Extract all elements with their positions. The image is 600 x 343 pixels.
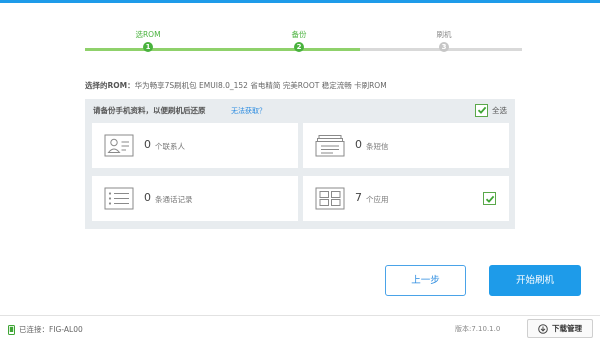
- contacts-icon: [104, 134, 134, 157]
- download-manager-button[interactable]: 下载管理: [527, 319, 593, 338]
- step-label: 备份: [291, 30, 307, 39]
- checkmark-icon: [485, 195, 494, 203]
- checkmark-icon: [477, 106, 486, 114]
- step-number: 1: [143, 42, 153, 52]
- progress-stepper: 选ROM 1 备份 2 刷机 3: [0, 30, 600, 60]
- step-label: 刷机: [436, 30, 452, 39]
- backup-title: 请备份手机资料，以便刷机后还原: [93, 106, 206, 115]
- apps-checkbox[interactable]: [483, 192, 496, 205]
- step-number: 2: [294, 42, 304, 52]
- top-accent-bar: [0, 0, 600, 3]
- backup-panel-header: 请备份手机资料，以便刷机后还原 无法获取？ 全选: [85, 99, 515, 121]
- download-icon: [538, 323, 548, 334]
- apps-count: 7: [355, 191, 362, 204]
- backup-item-sms[interactable]: 0 条短信: [303, 123, 509, 168]
- selected-rom-prefix: 选择的ROM：: [85, 81, 135, 90]
- call-log-count: 0: [144, 191, 151, 204]
- step-label: 选ROM: [135, 30, 161, 39]
- step-backup: 备份 2: [269, 30, 329, 52]
- backup-item-contacts[interactable]: 0 个联系人: [92, 123, 298, 168]
- contacts-count: 0: [144, 138, 151, 151]
- select-all-label: 全选: [492, 105, 507, 115]
- version-label: 版本:7.10.1.0: [455, 325, 501, 333]
- backup-item-apps[interactable]: 7 个应用: [303, 176, 509, 221]
- step-select-rom: 选ROM 1: [118, 30, 178, 52]
- step-flash: 刷机 3: [414, 30, 474, 52]
- selected-rom-info: 选择的ROM：华为畅享7S刷机包 EMUI8.0_152 省电精简 完美ROOT…: [85, 80, 387, 91]
- backup-panel: 请备份手机资料，以便刷机后还原 无法获取？ 全选 0 个联系人 0 条短信 0 …: [85, 99, 515, 229]
- sms-label: 条短信: [366, 141, 389, 151]
- download-manager-label: 下载管理: [552, 324, 582, 333]
- select-all-toggle[interactable]: 全选: [475, 103, 507, 117]
- contacts-label: 个联系人: [155, 141, 185, 151]
- cannot-fetch-link[interactable]: 无法获取？: [231, 106, 266, 116]
- status-bar: 已连接：FIG-AL00 版本:7.10.1.0 下载管理: [0, 315, 600, 343]
- apps-icon: [315, 187, 345, 210]
- call-log-icon: [104, 187, 134, 210]
- call-log-label: 条通话记录: [155, 194, 193, 204]
- apps-label: 个应用: [366, 194, 389, 204]
- sms-count: 0: [355, 138, 362, 151]
- selected-rom-name: 华为畅享7S刷机包 EMUI8.0_152 省电精简 完美ROOT 稳定流畅 卡…: [134, 81, 387, 90]
- phone-icon: [8, 324, 15, 335]
- connection-label: 已连接：FIG-AL00: [19, 325, 83, 334]
- select-all-checkbox[interactable]: [475, 103, 488, 117]
- step-number: 3: [439, 42, 449, 52]
- sms-icon: [315, 135, 345, 157]
- start-flash-button[interactable]: 开始刷机: [489, 265, 581, 296]
- previous-step-button[interactable]: 上一步: [385, 265, 466, 296]
- connection-status: 已连接：FIG-AL00: [8, 324, 83, 335]
- backup-item-call-log[interactable]: 0 条通话记录: [92, 176, 298, 221]
